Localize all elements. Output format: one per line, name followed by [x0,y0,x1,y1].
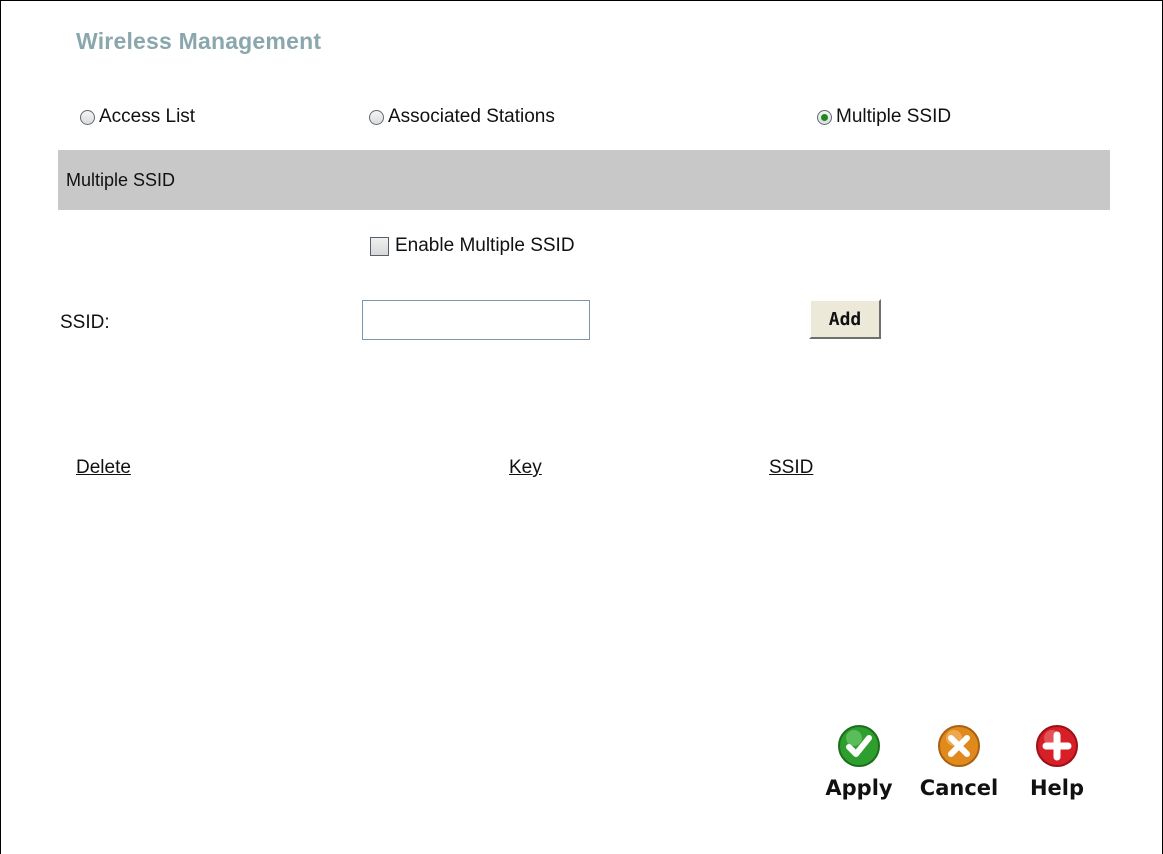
radio-label: Multiple SSID [836,106,952,127]
radio-circle-icon[interactable] [369,109,384,125]
cancel-button[interactable]: Cancel [914,724,1004,800]
radio-label: Associated Stations [388,106,555,127]
column-header-delete[interactable]: Delete [76,457,131,479]
column-header-ssid[interactable]: SSID [769,457,813,479]
apply-label: Apply [825,776,893,800]
apply-button[interactable]: Apply [814,724,904,800]
frame-top-border [0,0,1163,1]
ssid-label: SSID: [60,312,110,333]
check-icon [838,725,880,767]
cancel-label: Cancel [919,776,999,800]
add-button[interactable]: Add [809,299,881,339]
help-button[interactable]: Help [1012,724,1102,800]
radio-circle-icon[interactable] [80,109,95,125]
radio-multiple-ssid[interactable]: Multiple SSID [817,104,951,130]
help-label: Help [1029,776,1085,800]
radio-associated-stations[interactable]: Associated Stations [369,104,555,130]
enable-multiple-ssid-checkbox[interactable] [370,236,389,256]
enable-multiple-ssid-label: Enable Multiple SSID [395,235,575,256]
x-icon [938,725,980,767]
radio-access-list[interactable]: Access List [80,104,195,130]
frame-left-border [0,0,1,854]
radio-selected-icon[interactable] [817,109,832,125]
column-header-key[interactable]: Key [509,457,542,479]
page-title: Wireless Management [76,28,322,54]
enable-multiple-ssid-checkbox-row[interactable]: Enable Multiple SSID [370,235,575,257]
ssid-input[interactable] [362,300,590,340]
section-title: Multiple SSID [66,170,176,190]
section-header-bar: Multiple SSID [58,150,1110,210]
radio-label: Access List [99,106,196,127]
radio-dot-icon [821,113,828,121]
plus-icon [1036,725,1078,767]
